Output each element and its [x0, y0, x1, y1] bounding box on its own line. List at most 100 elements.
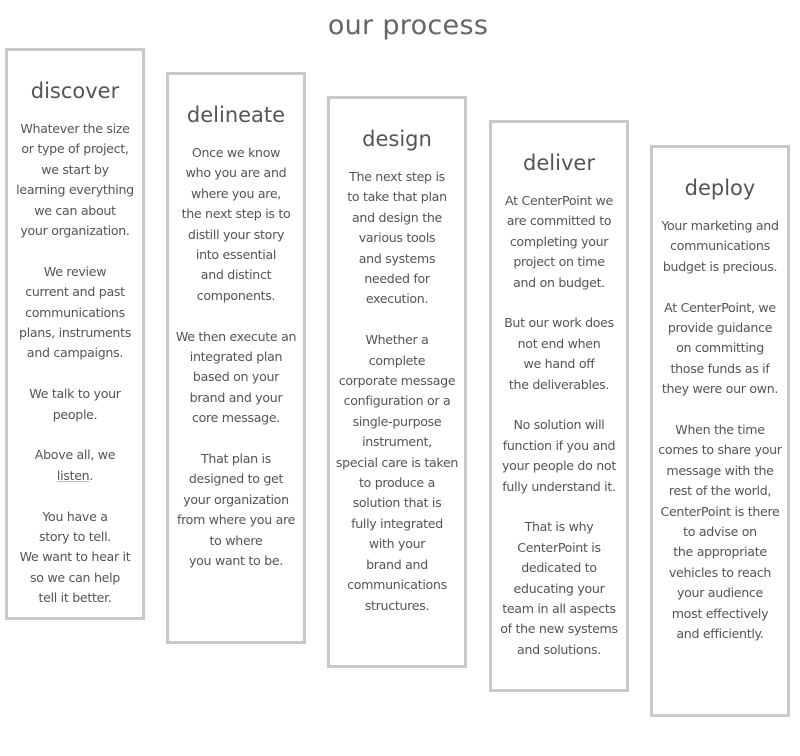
step-text-line: project on time: [513, 254, 605, 270]
step-text-line: various tools: [358, 230, 436, 246]
step-text-line: we hand off: [523, 356, 595, 372]
step-text-line: We talk to your: [29, 386, 121, 402]
step-paragraph: When the time comes to share your message …: [653, 420, 787, 644]
step-text-line: comes to share your: [658, 442, 782, 458]
step-text-line: brand and your: [189, 389, 283, 405]
step-text-line: At CenterPoint we: [505, 193, 613, 208]
step-card-deploy: deploy Your marketing and communications bu…: [650, 145, 790, 717]
step-paragraph: Above all, we listen.: [8, 445, 142, 486]
step-emphasis: listen.: [56, 467, 94, 483]
step-text-line: provide guidance: [667, 320, 773, 336]
step-text-line: corporate message: [338, 373, 456, 389]
step-text-line: and systems: [358, 250, 436, 266]
step-paragraph: We talk to your people.: [8, 384, 142, 425]
step-text-line: team in all aspects: [502, 601, 616, 617]
step-card-deliver: deliver At CenterPoint we are committed to…: [489, 120, 629, 692]
step-text-line: CenterPoint is there: [660, 503, 780, 519]
step-text-line: message with the: [666, 462, 774, 478]
step-text-line: dedicated to: [521, 560, 597, 576]
step-text-line: we start by: [41, 161, 109, 177]
step-text-line: your organization.: [20, 223, 130, 239]
step-text-line: single-purpose: [352, 413, 442, 429]
step-heading: delineate: [186, 103, 286, 127]
step-text-line: with your: [368, 536, 426, 552]
step-text-line: and design the: [352, 209, 442, 225]
step-card-discover: discover Whatever the size or type of proj…: [5, 48, 145, 620]
step-text-line: your people do not: [502, 458, 616, 474]
step-text-line: integrated plan: [189, 349, 283, 365]
step-text-line: to where: [209, 532, 263, 548]
step-text-line: to advise on: [683, 524, 757, 540]
step-text-line: instrument,: [362, 434, 432, 450]
step-text-line: execution.: [365, 291, 429, 307]
step-text-line: designed to get: [188, 471, 284, 487]
step-text-line: most effectively: [671, 605, 769, 621]
step-text-line: communications: [670, 238, 770, 254]
step-text-line: Whether a: [365, 332, 429, 348]
step-paragraph: The next step is to take that plan and des…: [330, 167, 464, 310]
step-text-line: We want to hear it: [19, 549, 131, 565]
step-text-line: communications: [347, 577, 447, 593]
step-text-line: solution that is: [352, 495, 442, 511]
step-paragraph: We then execute an integrated plan based o…: [169, 327, 303, 429]
step-paragraph: But our work does not end when we hand off…: [492, 313, 626, 395]
step-text-line: The next step is: [349, 169, 445, 184]
step-text-line: We then execute an: [175, 328, 297, 344]
step-text-line: Once we know: [191, 145, 281, 160]
step-text-line: structures.: [364, 597, 430, 613]
step-text-line: so we can help: [30, 569, 120, 585]
step-text-line: learning everything: [16, 182, 134, 198]
step-text-line: vehicles to reach: [668, 564, 772, 580]
step-text-line: of the new systems: [500, 621, 618, 637]
step-text-line: We review: [43, 263, 107, 279]
step-text-line: and distinct: [200, 267, 272, 283]
step-text-line: plans, instruments: [19, 325, 131, 341]
step-text-line: brand and: [366, 556, 428, 572]
step-text-line: are committed to: [506, 213, 612, 229]
step-text-line: the deliverables.: [508, 376, 610, 392]
step-text-line: to produce a: [358, 475, 435, 491]
step-paragraph: Whatever the size or type of project, we s…: [8, 119, 142, 241]
step-text-line: components.: [196, 287, 276, 303]
step-text-line: and campaigns.: [26, 345, 124, 361]
step-text-line: fully integrated: [351, 515, 443, 531]
step-text-line: needed for: [364, 271, 430, 287]
step-text-line: the appropriate: [673, 544, 767, 560]
step-text-line: At CenterPoint, we: [664, 299, 776, 315]
step-text-line: or type of project,: [21, 141, 129, 157]
step-text-line: special care is taken: [335, 454, 459, 470]
step-heading: deploy: [684, 176, 756, 200]
step-text-line: completing your: [509, 233, 609, 249]
step-text-line: complete: [368, 352, 426, 368]
step-text-line: Whatever the size: [20, 121, 130, 136]
step-text-line: you want to be.: [189, 553, 283, 569]
step-heading: design: [362, 127, 432, 151]
step-text-line: That plan is: [201, 451, 271, 467]
step-text-line: who you are and: [185, 165, 287, 181]
step-paragraph: Your marketing and communications budget i…: [653, 216, 787, 277]
step-text-line: core message.: [192, 410, 280, 426]
step-text-line: communications: [25, 304, 125, 320]
step-text-line: Your marketing and: [661, 218, 779, 233]
step-text-line: based on your: [192, 369, 280, 385]
step-text-line: and on budget.: [513, 274, 605, 290]
step-text-line: configuration or a: [343, 393, 451, 409]
step-heading: discover: [30, 79, 120, 103]
step-card-design: design The next step is to take that plan a…: [327, 96, 467, 668]
step-text-line: not end when: [517, 335, 601, 351]
step-text-line: and solutions.: [517, 641, 601, 657]
step-text-line: When the time: [675, 422, 765, 438]
step-paragraph: At CenterPoint, we provide guidance on com…: [653, 298, 787, 400]
step-text-line: function if you and: [502, 437, 616, 453]
step-paragraph: At CenterPoint we are committed to complet…: [492, 191, 626, 293]
step-text-line: educating your: [513, 580, 605, 596]
step-text-line: distill your story: [187, 226, 285, 242]
step-heading: deliver: [523, 151, 595, 175]
step-card-delineate: delineate Once we know who you are and wher…: [166, 72, 306, 644]
step-text-line: story to tell.: [39, 529, 111, 545]
step-paragraph: That is why CenterPoint is dedicated to edu…: [492, 517, 626, 660]
step-text-line: Above all, we: [34, 447, 116, 463]
step-text-line: we can about: [34, 202, 116, 218]
step-text-line: tell it better.: [38, 590, 112, 606]
step-paragraph: You have a story to tell. We want to hear …: [8, 507, 142, 609]
